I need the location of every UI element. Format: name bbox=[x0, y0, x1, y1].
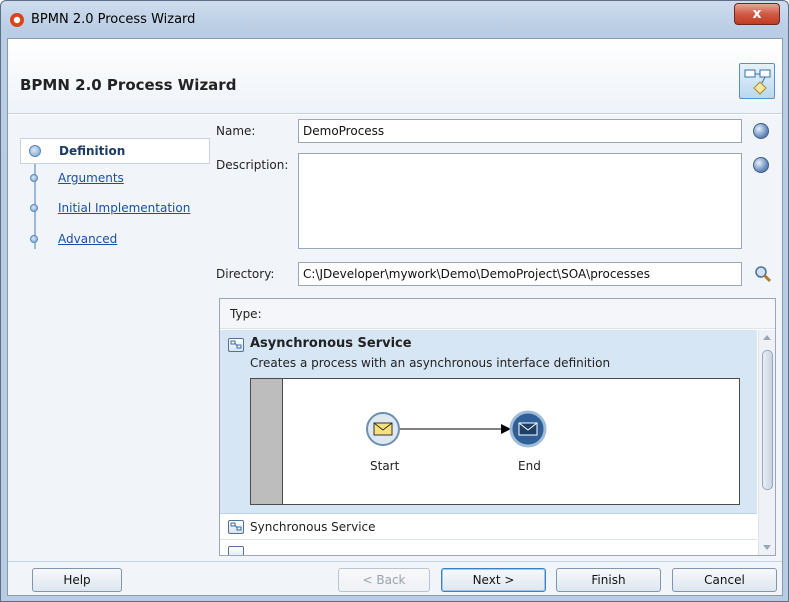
wizard-body: Definition Arguments Initial Implementat… bbox=[8, 115, 782, 561]
type-item-synchronous[interactable]: Synchronous Service bbox=[220, 514, 757, 540]
step-node-icon bbox=[30, 204, 38, 212]
type-description: Creates a process with an asynchronous i… bbox=[250, 356, 611, 370]
wizard-banner: BPMN 2.0 Process Wizard bbox=[8, 39, 782, 114]
step-advanced[interactable]: Advanced bbox=[20, 228, 210, 250]
name-label: Name: bbox=[216, 124, 256, 138]
service-icon bbox=[228, 520, 244, 534]
service-icon bbox=[228, 338, 244, 352]
step-arguments[interactable]: Arguments bbox=[20, 167, 210, 189]
type-label: Type: bbox=[230, 307, 262, 321]
scroll-down-icon[interactable] bbox=[763, 545, 771, 550]
steps-panel: Definition Arguments Initial Implementat… bbox=[16, 131, 210, 561]
name-field[interactable] bbox=[298, 119, 742, 143]
start-event-icon bbox=[366, 412, 400, 446]
close-button[interactable]: x bbox=[734, 3, 780, 25]
step-label: Definition bbox=[59, 144, 126, 158]
next-button[interactable]: Next > bbox=[441, 568, 546, 592]
swimlane-header bbox=[251, 379, 283, 504]
back-button[interactable]: < Back bbox=[338, 568, 430, 592]
window-title: BPMN 2.0 Process Wizard bbox=[31, 12, 196, 27]
start-label: Start bbox=[370, 459, 400, 473]
step-node-icon bbox=[30, 235, 38, 243]
step-initial-implementation[interactable]: Initial Implementation bbox=[20, 197, 210, 219]
scroll-up-icon[interactable] bbox=[763, 335, 771, 340]
step-definition[interactable]: Definition bbox=[20, 138, 210, 164]
translate-globe-icon[interactable] bbox=[753, 123, 769, 139]
wizard-client: BPMN 2.0 Process Wizard Definition Argum… bbox=[7, 38, 783, 596]
close-icon: x bbox=[752, 6, 762, 22]
translate-globe-icon[interactable] bbox=[753, 157, 769, 173]
type-scrollbar[interactable] bbox=[758, 330, 775, 555]
step-link[interactable]: Initial Implementation bbox=[58, 201, 190, 215]
description-label: Description: bbox=[216, 158, 289, 172]
type-item-asynchronous[interactable]: Asynchronous Service Creates a process w… bbox=[220, 330, 757, 514]
type-header: Type: bbox=[220, 299, 775, 329]
step-link[interactable]: Advanced bbox=[58, 232, 117, 246]
directory-field[interactable] bbox=[298, 262, 742, 286]
type-item-label: Synchronous Service bbox=[250, 520, 376, 534]
scroll-thumb[interactable] bbox=[762, 350, 773, 490]
end-label: End bbox=[518, 459, 541, 473]
type-list-box: Type: Asynchronous Service Creates a pro… bbox=[219, 298, 776, 556]
title-bar[interactable]: BPMN 2.0 Process Wizard x bbox=[1, 1, 788, 37]
type-item-partial[interactable] bbox=[220, 540, 757, 555]
end-event-icon bbox=[509, 410, 547, 448]
process-preview-diagram: Start End bbox=[250, 378, 740, 505]
step-link[interactable]: Arguments bbox=[58, 171, 124, 185]
browse-search-icon[interactable] bbox=[754, 265, 772, 283]
oracle-app-icon bbox=[10, 13, 24, 27]
finish-button[interactable]: Finish bbox=[556, 568, 661, 592]
page-title: BPMN 2.0 Process Wizard bbox=[20, 76, 237, 94]
type-title: Asynchronous Service bbox=[250, 336, 412, 351]
directory-label: Directory: bbox=[216, 267, 275, 281]
step-node-icon bbox=[30, 174, 38, 182]
help-button[interactable]: Help bbox=[32, 568, 122, 592]
process-flow-icon bbox=[739, 63, 775, 99]
wizard-window: BPMN 2.0 Process Wizard x BPMN 2.0 Proce… bbox=[0, 0, 789, 602]
cancel-button[interactable]: Cancel bbox=[672, 568, 777, 592]
definition-form: Name: Description: Directory: Type: bbox=[216, 115, 782, 561]
description-field[interactable] bbox=[298, 153, 742, 249]
type-list: Asynchronous Service Creates a process w… bbox=[220, 330, 757, 555]
step-current-icon bbox=[29, 145, 41, 157]
wizard-footer: Help < Back Next > Finish Cancel bbox=[8, 561, 782, 595]
service-icon bbox=[228, 546, 244, 555]
